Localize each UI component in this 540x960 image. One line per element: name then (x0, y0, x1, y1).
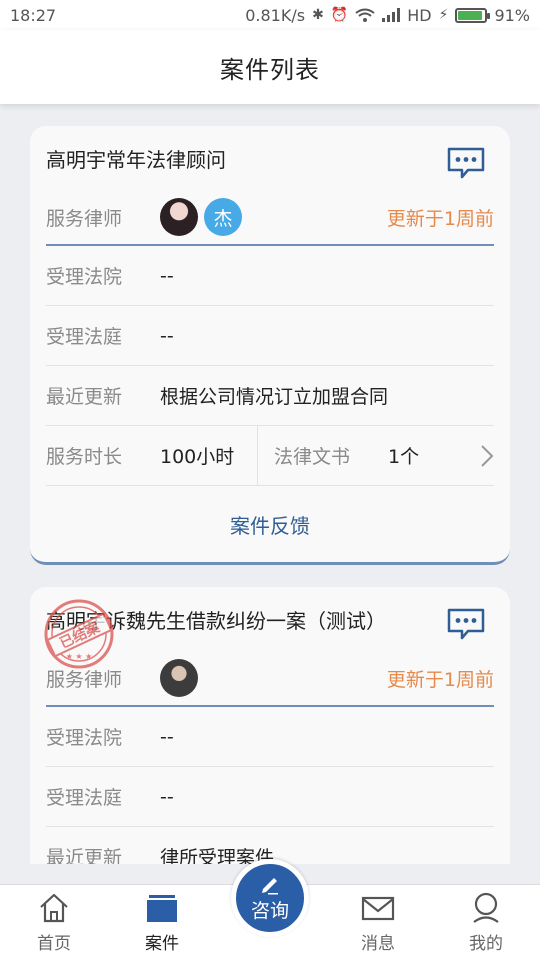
service-lawyers-row: 服务律师 更新于1周前 (46, 651, 494, 707)
nav-consult-slot: 咨询 (216, 859, 324, 960)
status-time: 18:27 (10, 5, 57, 25)
case-list[interactable]: 高明宇常年法律顾问 服务律师 杰 更新于1周前 受理法院 -- 受理法庭 -- (0, 104, 540, 864)
court-label: 受理法院 (46, 266, 123, 288)
nav-mine[interactable]: 我的 (432, 885, 540, 960)
tribunal-value: -- (160, 785, 174, 808)
battery-percent: 91% (494, 5, 530, 25)
case-card-header: 高明宇诉魏先生借款纠纷一案（测试） 已结案 ★ ★ ★ (30, 587, 510, 669)
status-bar: 18:27 0.81K/s ✱ ⏰ HD ⚡ 91% (0, 0, 540, 30)
lawyer-avatar-initial: 杰 (213, 207, 233, 230)
updated-time: 更新于1周前 (386, 207, 494, 230)
tribunal-value: -- (160, 324, 174, 347)
service-duration: 服务时长 100小时 (46, 426, 258, 485)
nav-mine-label: 我的 (469, 934, 503, 954)
case-card[interactable]: 高明宇诉魏先生借款纠纷一案（测试） 已结案 ★ ★ ★ 服务律师 更新于1周前 … (30, 587, 510, 864)
duration-docs-row: 服务时长 100小时 法律文书 1个 (46, 426, 494, 486)
pen-icon (262, 878, 278, 895)
updated-time: 更新于1周前 (386, 668, 494, 691)
case-feedback-button[interactable]: 案件反馈 (30, 486, 510, 562)
tribunal-label: 受理法庭 (46, 787, 123, 809)
signal-icon (382, 8, 401, 22)
nav-messages[interactable]: 消息 (324, 885, 432, 960)
lawyer-avatars: 杰 (160, 198, 242, 236)
service-lawyers-label: 服务律师 (46, 207, 123, 230)
nav-home-label: 首页 (37, 934, 71, 954)
lawyer-avatars (160, 659, 198, 697)
tribunal-label: 受理法庭 (46, 326, 123, 348)
tribunal-row: 受理法庭 -- (46, 306, 494, 366)
charging-icon: ⚡ (438, 7, 449, 23)
latest-update-value: 根据公司情况订立加盟合同 (160, 386, 389, 408)
lawyer-avatar[interactable]: 杰 (204, 198, 242, 236)
court-value: -- (160, 725, 174, 748)
battery-level (458, 10, 483, 20)
status-indicators: 0.81K/s ✱ ⏰ HD ⚡ 91% (245, 6, 530, 25)
cases-icon (147, 895, 177, 922)
network-speed: 0.81K/s (245, 5, 306, 25)
nav-messages-label: 消息 (361, 934, 395, 954)
page-title: 案件列表 (220, 55, 320, 84)
latest-update-label: 最近更新 (46, 386, 123, 408)
case-title: 高明宇诉魏先生借款纠纷一案（测试） (46, 609, 386, 633)
case-card-header: 高明宇常年法律顾问 (30, 126, 510, 190)
service-lawyers-row: 服务律师 杰 更新于1周前 (46, 190, 494, 246)
mail-icon (361, 896, 395, 921)
legal-documents-link[interactable]: 法律文书 1个 (258, 426, 494, 485)
bottom-nav: 首页 案件 咨询 消息 我的 (0, 859, 540, 960)
service-duration-value: 100小时 (160, 446, 235, 468)
latest-update-row: 最近更新 根据公司情况订立加盟合同 (46, 366, 494, 426)
nav-cases[interactable]: 案件 (108, 885, 216, 960)
legal-documents-label: 法律文书 (274, 446, 351, 468)
nav-cases-label: 案件 (145, 934, 179, 954)
lawyer-avatar[interactable] (160, 659, 198, 697)
legal-documents-count: 1个 (388, 446, 420, 468)
bluetooth-icon: ✱ (312, 7, 324, 23)
consult-button[interactable]: 咨询 (231, 859, 309, 937)
service-duration-label: 服务时长 (46, 446, 123, 468)
latest-update-label: 最近更新 (46, 847, 123, 864)
service-lawyers-label: 服务律师 (46, 668, 123, 691)
tribunal-row: 受理法庭 -- (46, 767, 494, 827)
wifi-icon (355, 8, 375, 22)
chevron-right-icon (481, 444, 494, 467)
network-type: HD (407, 5, 432, 25)
nav-home[interactable]: 首页 (0, 885, 108, 960)
user-icon (473, 892, 499, 923)
case-title: 高明宇常年法律顾问 (46, 148, 226, 172)
case-card[interactable]: 高明宇常年法律顾问 服务律师 杰 更新于1周前 受理法院 -- 受理法庭 -- (30, 126, 510, 565)
message-icon[interactable] (446, 607, 486, 641)
app-header: 案件列表 (0, 30, 540, 104)
message-icon[interactable] (446, 146, 486, 180)
court-value: -- (160, 264, 174, 287)
court-label: 受理法院 (46, 727, 123, 749)
court-row: 受理法院 -- (46, 707, 494, 767)
alarm-icon: ⏰ (330, 7, 349, 23)
home-icon (40, 893, 68, 923)
court-row: 受理法院 -- (46, 246, 494, 306)
consult-label: 咨询 (250, 900, 289, 922)
battery-icon (455, 7, 491, 23)
lawyer-avatar[interactable] (160, 198, 198, 236)
